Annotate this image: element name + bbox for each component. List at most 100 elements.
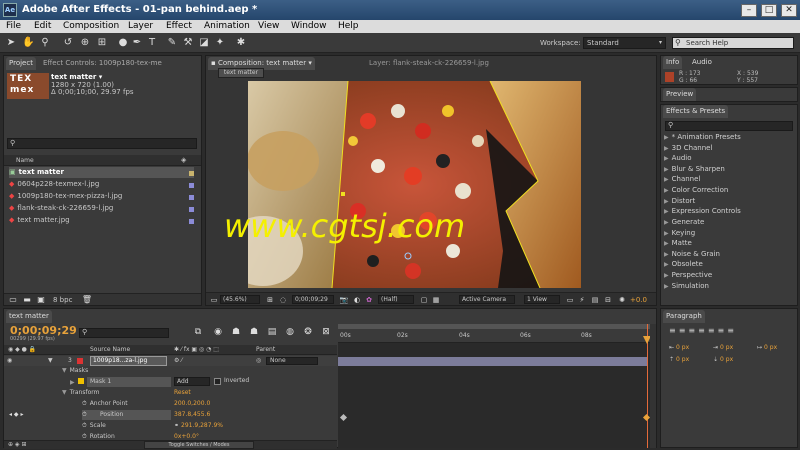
effect-category[interactable]: ▶ Keying (664, 229, 695, 237)
stopwatch-icon[interactable]: ⏱ (82, 433, 87, 440)
bpc-label[interactable]: 8 bpc (53, 296, 72, 304)
toggle-switches-modes-button[interactable]: Toggle Switches / Modes (144, 441, 254, 449)
transform-group[interactable]: ▼ Transform (62, 389, 99, 396)
selected-item-name[interactable]: text matter ▾ (51, 73, 102, 81)
transparency-grid-icon[interactable]: ▦ (430, 294, 442, 306)
menu-edit[interactable]: Edit (34, 21, 51, 31)
effect-category[interactable]: ▶ 3D Channel (664, 144, 712, 152)
zoom-select[interactable]: (45.6%) (220, 295, 260, 304)
roto-brush-tool-icon[interactable]: ✦ (214, 37, 226, 49)
effect-category[interactable]: ▶ Matte (664, 239, 692, 247)
mask-vertex[interactable] (341, 192, 345, 196)
tab-timeline[interactable]: text matter (6, 310, 52, 323)
camera-select[interactable]: Active Camera (459, 295, 515, 304)
link-icon[interactable]: ⚭ (174, 422, 179, 429)
minimize-button[interactable]: – (741, 4, 757, 17)
expand-triangle-icon[interactable]: ▼ (48, 357, 53, 364)
scale-value[interactable]: ⚭ 291.9,287.9% (174, 422, 223, 429)
comp-timecode[interactable]: 0;00;09;29 (292, 295, 334, 304)
space-after[interactable]: ⇣ 0 px (713, 356, 733, 363)
resolution-select[interactable]: (Half) (378, 295, 414, 304)
live-update-icon[interactable]: ◉ (212, 326, 224, 338)
maximize-button[interactable]: □ (761, 4, 777, 17)
new-composition-icon[interactable]: ▣ (35, 294, 47, 306)
effect-category[interactable]: ▶ * Animation Presets (664, 133, 741, 141)
menu-layer[interactable]: Layer (128, 21, 153, 31)
reset-exposure-icon[interactable]: ✺ (616, 294, 628, 306)
menu-help[interactable]: Help (338, 21, 359, 31)
pickwhip-icon[interactable]: ◎ (256, 357, 261, 364)
frame-blending-icon[interactable]: ▤ (266, 326, 278, 338)
footer-icons[interactable]: ⊕ ◈ ⊞ (8, 441, 26, 448)
mask-1-name[interactable]: Mask 1 (87, 377, 171, 387)
composition-viewer[interactable] (248, 81, 581, 288)
indent-first-line[interactable]: ↦ 0 px (757, 344, 777, 351)
menu-effect[interactable]: Effect (166, 21, 192, 31)
project-item-footage[interactable]: ◆ 1009p180-tex-mex-pizza-l.jpg (9, 191, 122, 202)
flowchart-icon[interactable]: ⊟ (602, 294, 614, 306)
label-swatch[interactable] (189, 183, 194, 188)
timeline-search-input[interactable]: ⚲ (79, 328, 169, 338)
tab-layer[interactable]: Layer: flank-steak-ck-226659-l.jpg (366, 57, 492, 70)
inverted-checkbox[interactable] (214, 378, 221, 385)
menu-file[interactable]: File (6, 21, 21, 31)
always-preview-icon[interactable]: ▭ (208, 294, 220, 306)
visibility-eye-icon[interactable]: ◉ (7, 357, 12, 364)
exposure-value[interactable]: +0.0 (630, 296, 647, 304)
indent-left[interactable]: ⇤ 0 px (669, 344, 689, 351)
brainstorm-icon[interactable]: ❂ (302, 326, 314, 338)
rotation-value[interactable]: 0x+0.0° (174, 433, 199, 440)
tab-project[interactable]: Project (6, 57, 36, 70)
anchor-point-value[interactable]: 200.0,200.0 (174, 400, 210, 407)
region-of-interest-icon[interactable]: ▢ (418, 294, 430, 306)
brush-tool-icon[interactable]: ✎ (166, 37, 178, 49)
channel-icon[interactable]: ✿ (363, 294, 375, 306)
effect-category[interactable]: ▶ Generate (664, 218, 704, 226)
comp-subtab[interactable]: text matter (218, 68, 264, 78)
effect-category[interactable]: ▶ Distort (664, 197, 695, 205)
layer-switches[interactable]: ⚙ ⁄ (174, 357, 182, 364)
mask-1-row[interactable]: ▶ (70, 378, 87, 386)
project-item-footage[interactable]: ◆ 0604p228-texmex-l.jpg (9, 179, 99, 190)
hide-shy-layers-icon[interactable]: ☗ (248, 326, 260, 338)
project-item-comp[interactable]: ▣ text matter (9, 167, 194, 178)
project-search-input[interactable]: ⚲ (7, 138, 197, 149)
motion-blur-icon[interactable]: ◍ (284, 326, 296, 338)
search-help-input[interactable]: ⚲ Search Help (672, 37, 794, 49)
mask-visibility-icon[interactable]: ◌ (277, 294, 289, 306)
layer-duration-bar[interactable] (338, 357, 648, 366)
draft-3d-icon[interactable]: ☗ (230, 326, 242, 338)
hand-tool-icon[interactable]: ✋ (22, 37, 34, 49)
close-button[interactable]: ✕ (781, 4, 797, 17)
effect-category[interactable]: ▶ Noise & Grain (664, 250, 720, 258)
tab-info[interactable]: Info (663, 56, 683, 69)
fast-previews-icon[interactable]: ⚡ (576, 294, 588, 306)
timeline-scrollbar[interactable] (650, 324, 656, 448)
tab-audio[interactable]: Audio (689, 56, 715, 69)
position-value[interactable]: 387.8,455.6 (174, 411, 210, 418)
label-swatch[interactable] (189, 207, 194, 212)
time-graph[interactable]: 00s 02s 04s 06s 08s (338, 324, 651, 448)
menu-window[interactable]: Window (291, 21, 327, 31)
keyframe-diamond[interactable] (339, 413, 348, 422)
grid-icon[interactable]: ⊞ (264, 294, 276, 306)
keyframe-diamond[interactable] (642, 413, 651, 422)
camera-tool-icon[interactable]: ⊕ (79, 37, 91, 49)
effect-category[interactable]: ▶ Blur & Sharpen (664, 165, 725, 173)
pan-behind-tool-icon[interactable]: ⊞ (96, 37, 108, 49)
show-snapshot-icon[interactable]: ◐ (351, 294, 363, 306)
project-item-footage[interactable]: ◆ text matter.jpg (9, 215, 70, 226)
stopwatch-icon[interactable]: ⏱ (82, 410, 87, 420)
label-swatch[interactable] (189, 195, 194, 200)
alignment-buttons[interactable]: ≡≡≡≡≡≡≡ (669, 326, 737, 335)
label-swatch[interactable] (189, 171, 194, 176)
new-folder-icon[interactable]: ▬ (21, 294, 33, 306)
label-swatch[interactable] (189, 219, 194, 224)
timeline-icon[interactable]: ▤ (589, 294, 601, 306)
tab-effect-controls[interactable]: Effect Controls: 1009p180-tex-me (40, 57, 165, 70)
effect-category[interactable]: ▶ Obsolete (664, 260, 703, 268)
layer-row[interactable]: ◉ ▼ 3 1009p18...za-l.jpg ⚙ ⁄ ◎ None (4, 356, 337, 366)
project-item-footage[interactable]: ◆ flank-steak-ck-226659-l.jpg (9, 203, 113, 214)
graph-editor-icon[interactable]: ⊠ (320, 326, 332, 338)
mask-mode-select[interactable]: Add (174, 377, 210, 386)
